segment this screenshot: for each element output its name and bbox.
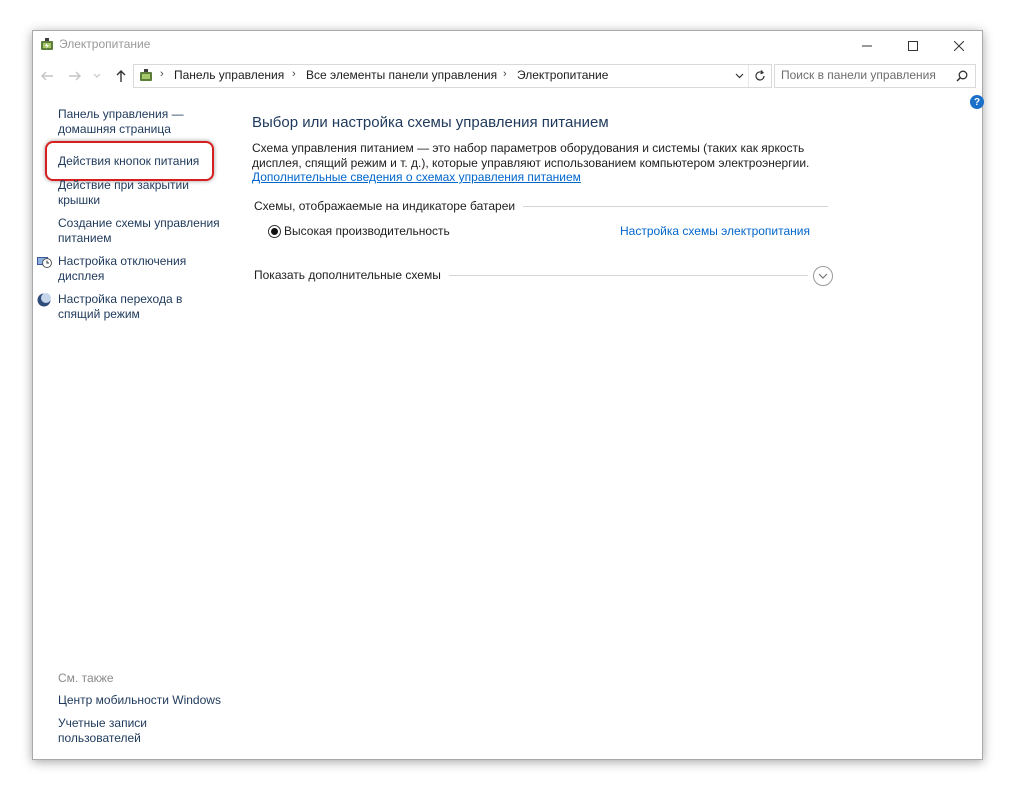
breadcrumb-all-items[interactable]: Все элементы панели управления	[306, 68, 497, 82]
plan-row: Высокая производительность Настройка схе…	[268, 224, 828, 242]
plan-radio-selected[interactable]	[268, 225, 281, 238]
up-arrow-icon	[116, 70, 126, 82]
up-button[interactable]	[111, 66, 131, 86]
sidebar-item-power-buttons[interactable]: Действия кнопок питания	[58, 154, 218, 169]
back-arrow-icon	[41, 71, 53, 81]
expand-more-plans-button[interactable]	[813, 266, 833, 286]
chevron-down-icon	[735, 73, 743, 79]
search-button[interactable]	[953, 68, 971, 84]
title-bar: Электропитание	[33, 31, 982, 61]
breadcrumb-separator-icon: ›	[292, 68, 296, 80]
breadcrumb-power-options[interactable]: Электропитание	[517, 68, 608, 82]
search-input[interactable]	[781, 67, 951, 83]
sidebar-item-display-off[interactable]: Настройка отключения дисплея	[58, 254, 218, 284]
help-button[interactable]: ?	[970, 95, 984, 109]
forward-arrow-icon	[69, 71, 81, 81]
sidebar-item-lid-close[interactable]: Действие при закрытии крышки	[58, 178, 218, 208]
minimize-button[interactable]	[844, 31, 890, 61]
chevron-down-icon	[818, 273, 828, 279]
show-more-plans-label[interactable]: Показать дополнительные схемы	[254, 268, 449, 282]
back-button[interactable]	[37, 66, 57, 86]
recent-locations-button[interactable]	[91, 66, 103, 86]
refresh-button[interactable]	[748, 65, 771, 87]
search-icon	[956, 70, 968, 82]
maximize-button[interactable]	[890, 31, 936, 61]
refresh-icon	[755, 70, 765, 81]
breadcrumb-control-panel[interactable]: Панель управления	[174, 68, 284, 82]
close-icon	[954, 41, 964, 51]
display-clock-icon	[37, 257, 52, 268]
address-bar[interactable]: › Панель управления › Все элементы панел…	[133, 64, 772, 88]
sleep-moon-icon	[37, 293, 51, 307]
power-options-window: Электропитание › Панель управления › Все…	[32, 30, 984, 760]
address-history-button[interactable]	[730, 65, 748, 87]
change-plan-settings-link[interactable]: Настройка схемы электропитания	[620, 224, 810, 238]
breadcrumb-separator-icon: ›	[503, 68, 507, 80]
window-title: Электропитание	[59, 37, 151, 51]
power-options-icon	[41, 38, 53, 50]
more-info-link[interactable]: Дополнительные сведения о схемах управле…	[252, 170, 581, 184]
see-also-heading: См. также	[58, 671, 114, 685]
chevron-down-icon	[93, 73, 101, 78]
maximize-icon	[908, 41, 918, 51]
search-box[interactable]	[774, 64, 976, 88]
sidebar-item-create-plan[interactable]: Создание схемы управления питанием	[58, 216, 228, 246]
see-also-user-accounts-link[interactable]: Учетные записи пользователей	[58, 716, 168, 746]
minimize-icon	[862, 45, 872, 47]
sidebar-item-sleep[interactable]: Настройка перехода в спящий режим	[58, 292, 218, 322]
forward-button[interactable]	[65, 66, 85, 86]
close-button[interactable]	[936, 31, 982, 61]
page-title: Выбор или настройка схемы управления пит…	[252, 114, 609, 131]
see-also-mobility-center-link[interactable]: Центр мобильности Windows	[58, 693, 238, 708]
control-panel-home-link[interactable]: Панель управления — домашняя страница	[58, 107, 218, 137]
control-panel-icon	[140, 69, 152, 81]
section-heading: Схемы, отображаемые на индикаторе батаре…	[254, 199, 524, 213]
page-description: Схема управления питанием — это набор па…	[252, 141, 810, 170]
plan-name[interactable]: Высокая производительность	[284, 224, 450, 238]
breadcrumb-separator-icon: ›	[160, 68, 164, 80]
navigation-bar: › Панель управления › Все элементы панел…	[33, 63, 982, 89]
